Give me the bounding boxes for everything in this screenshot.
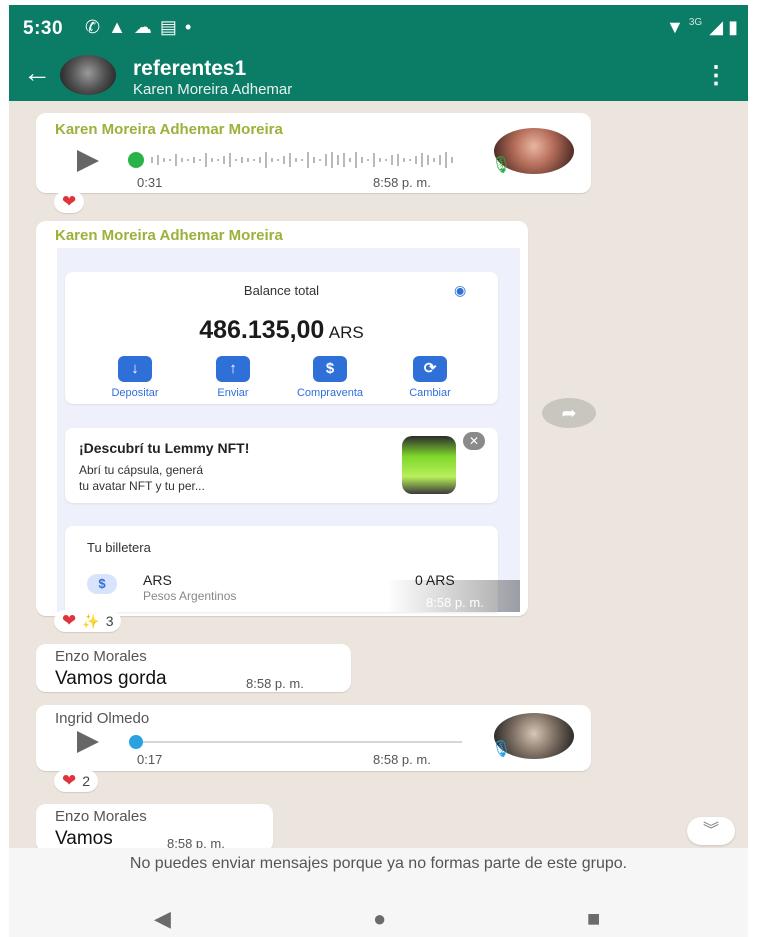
dollar-icon: $ xyxy=(87,574,117,594)
reaction-count: 3 xyxy=(105,613,114,629)
action-cambiar: ⟳ Cambiar xyxy=(385,356,475,399)
action-depositar: ↓ Depositar xyxy=(90,356,180,399)
wallet-currency-name: Pesos Argentinos xyxy=(143,589,237,603)
message-sender: Karen Moreira Adhemar Moreira xyxy=(55,227,283,244)
eye-icon: ◉ xyxy=(454,282,467,298)
audio-progress[interactable] xyxy=(127,731,467,753)
heart-icon: ❤ xyxy=(62,771,77,790)
waveform-bars xyxy=(151,152,453,168)
phone-screen: 5:30 ✆▲☁▤• ▼ 3G ◢ ▮ ← referentes1 Karen … xyxy=(9,5,748,937)
group-subtitle[interactable]: Karen Moreira Adhemar xyxy=(133,81,292,98)
heart-icon: ❤ xyxy=(62,192,77,211)
shared-screenshot[interactable]: Balance total ◉ 486.135,00 ARS ↓ Deposit… xyxy=(57,248,520,612)
image-message[interactable]: Karen Moreira Adhemar Moreira Balance to… xyxy=(36,221,528,616)
mic-icon: 🎙 xyxy=(491,157,512,174)
message-time: 8:58 p. m. xyxy=(373,752,431,767)
balance-label: Balance total xyxy=(243,283,320,298)
signal-icon: ◢ xyxy=(709,17,724,37)
action-label: Depositar xyxy=(111,387,159,399)
wallet-currency: ARS xyxy=(143,572,172,588)
chat-header: ← referentes1 Karen Moreira Adhemar ⋮ xyxy=(9,53,748,101)
message-sender: Ingrid Olmedo xyxy=(55,710,150,727)
message-reactions[interactable]: ❤ 2 xyxy=(54,770,99,792)
audio-message[interactable]: Ingrid Olmedo 0:17 8:58 p. m. 🎙 xyxy=(36,705,591,771)
network-type: 3G xyxy=(688,17,703,28)
audio-progress-dot xyxy=(128,152,144,168)
wifi-icon: ▼ xyxy=(666,17,684,37)
arrow-back-icon[interactable]: ← xyxy=(23,57,51,89)
balance-currency: ARS xyxy=(328,323,364,342)
system-icons: ▼ 3G ◢ ▮ xyxy=(666,17,738,38)
promo-text: Abrí tu cápsula, generá xyxy=(79,463,204,477)
dot-icon: • xyxy=(184,17,200,37)
forward-icon[interactable]: ➦ xyxy=(542,398,596,428)
play-icon[interactable] xyxy=(77,731,99,753)
audio-message[interactable]: Karen Moreira Adhemar Moreira 0:31 8:58 … xyxy=(36,113,591,193)
play-icon[interactable] xyxy=(77,150,99,172)
message-icon: ▤ xyxy=(159,17,185,37)
home-nav-icon[interactable]: ● xyxy=(373,906,386,932)
balance-panel: Balance total ◉ 486.135,00 ARS ↓ Deposit… xyxy=(65,272,498,404)
message-time: 8:58 p. m. xyxy=(373,175,431,190)
refresh-icon: ⟳ xyxy=(413,356,447,382)
arrow-up-icon: ↑ xyxy=(216,356,250,382)
wallet-title: Tu billetera xyxy=(87,540,151,555)
read-only-notice: No puedes enviar mensajes porque ya no f… xyxy=(9,848,748,898)
status-bar: 5:30 ✆▲☁▤• ▼ 3G ◢ ▮ xyxy=(9,5,748,53)
audio-waveform[interactable] xyxy=(127,149,467,171)
audio-duration: 0:17 xyxy=(137,752,163,767)
audio-progress-dot xyxy=(129,735,143,749)
reaction-count: 2 xyxy=(82,773,91,789)
text-message[interactable]: Enzo Morales Vamos 8:58 p. m. xyxy=(36,804,273,852)
balance-amount: 486.135,00 xyxy=(199,316,325,344)
message-reactions[interactable]: ❤ ✨ 3 xyxy=(54,610,122,632)
group-title[interactable]: referentes1 xyxy=(133,57,246,81)
whatsapp-icon: ✆ xyxy=(85,17,109,37)
recents-nav-icon[interactable]: ■ xyxy=(587,906,600,932)
promo-title: ¡Descubrí tu Lemmy NFT! xyxy=(79,440,250,456)
message-time: 8:58 p. m. xyxy=(426,595,484,610)
action-enviar: ↑ Enviar xyxy=(188,356,278,399)
promo-panel: ¡Descubrí tu Lemmy NFT! Abrí tu cápsula,… xyxy=(65,428,498,503)
action-label: Compraventa xyxy=(296,387,364,399)
message-time: 8:58 p. m. xyxy=(246,676,304,691)
message-reactions[interactable]: ❤ xyxy=(54,191,85,213)
message-sender: Enzo Morales xyxy=(55,808,147,825)
alert-icon: ▲ xyxy=(108,17,134,37)
message-sender: Enzo Morales xyxy=(55,648,147,665)
scroll-down-icon[interactable]: ︾ xyxy=(687,817,735,845)
mic-icon: 🎙 xyxy=(491,741,512,758)
text-message[interactable]: Enzo Morales Vamos gorda 8:58 p. m. xyxy=(36,644,351,692)
close-icon: ✕ xyxy=(463,432,485,450)
battery-icon: ▮ xyxy=(728,17,738,37)
action-compraventa: $ Compraventa xyxy=(285,356,375,399)
system-nav-bar: ◀ ● ■ xyxy=(9,898,748,937)
cloud-icon: ☁ xyxy=(133,17,160,37)
heart-icon: ❤ xyxy=(62,611,77,630)
message-text: Vamos xyxy=(55,828,113,849)
arrow-down-icon: ↓ xyxy=(118,356,152,382)
message-sender: Karen Moreira Adhemar Moreira xyxy=(55,121,283,138)
audio-duration: 0:31 xyxy=(137,175,163,190)
nft-capsule-image xyxy=(402,436,456,494)
action-label: Cambiar xyxy=(409,387,451,399)
status-time: 5:30 xyxy=(23,18,64,39)
sparkles-icon: ✨ xyxy=(82,612,100,629)
promo-text: tu avatar NFT y tu per... xyxy=(79,479,205,493)
message-text: Vamos gorda xyxy=(55,668,167,689)
notification-icons: ✆▲☁▤• xyxy=(85,17,199,38)
group-avatar[interactable] xyxy=(60,55,116,95)
balance-value: 486.135,00 ARS xyxy=(65,316,498,345)
dollar-icon: $ xyxy=(313,356,347,382)
action-label: Enviar xyxy=(217,387,249,399)
back-nav-icon[interactable]: ◀ xyxy=(154,906,171,932)
chat-messages[interactable]: Karen Moreira Adhemar Moreira 0:31 8:58 … xyxy=(9,101,748,852)
more-vert-icon[interactable]: ⋮ xyxy=(704,61,728,90)
